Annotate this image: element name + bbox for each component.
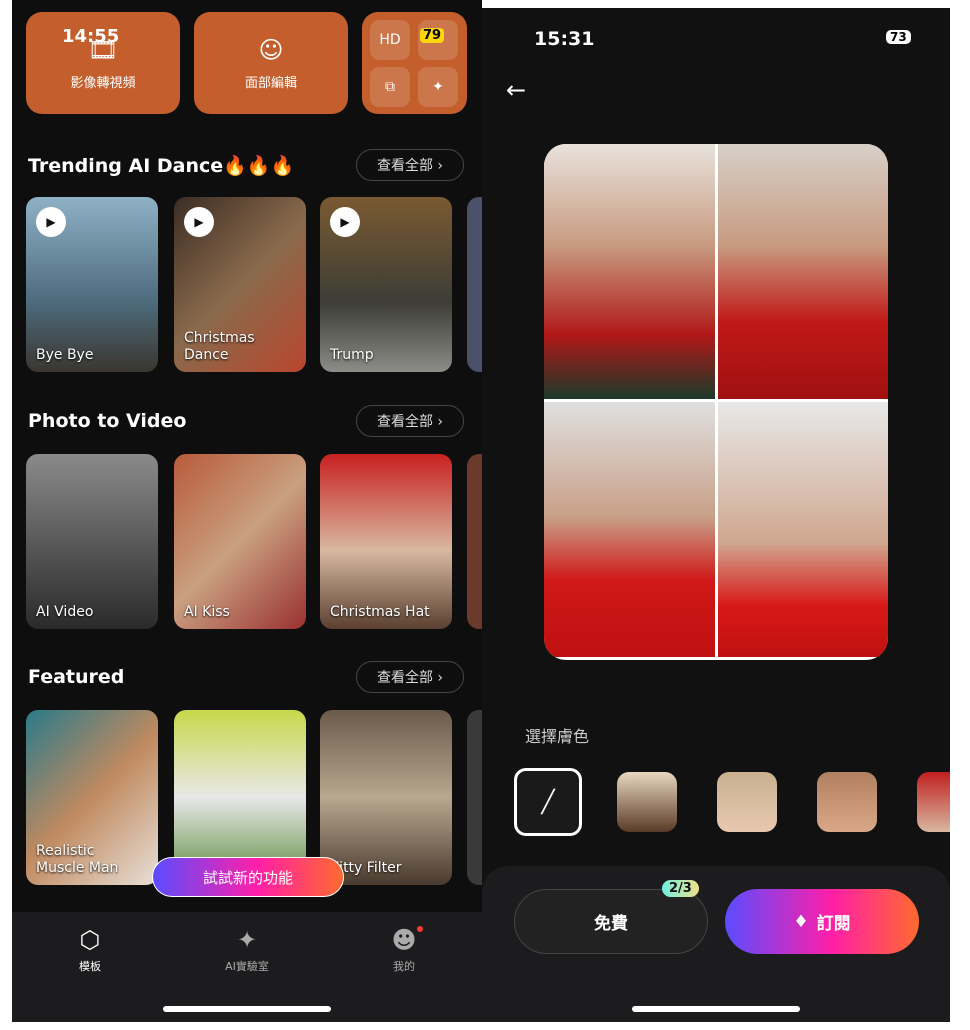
skin-tone-label: 選擇膚色 <box>525 727 590 746</box>
template-card[interactable] <box>467 197 482 372</box>
more-tools: HD ⧉ ✦ <box>362 12 467 114</box>
home-indicator <box>163 1006 331 1012</box>
status-time: 14:55 <box>62 26 120 47</box>
skin-none-option[interactable]: ╱ <box>514 768 582 836</box>
skin-option[interactable] <box>617 772 677 832</box>
play-icon[interactable]: ▶ <box>330 207 360 237</box>
skin-tone-screen: 15:31 73 ← 選擇膚色 ╱ 免費 2/3 ♦ 訂閱 <box>482 8 950 1022</box>
preview-photo <box>718 144 888 399</box>
section-title: Featured <box>28 666 125 688</box>
template-card[interactable]: ▶ Bye Bye <box>26 197 158 372</box>
profile-icon: ☻ <box>391 926 417 954</box>
preview-photo <box>544 144 715 399</box>
nav-ai-lab[interactable]: ✦ AI實驗室 <box>207 926 287 974</box>
section-title: Trending AI Dance🔥🔥🔥 <box>28 155 295 177</box>
template-icon: ⬡ <box>79 926 101 954</box>
template-card[interactable]: ▶ Christmas Dance <box>174 197 306 372</box>
view-all-button[interactable]: 查看全部 › <box>356 661 464 693</box>
template-card[interactable]: Christmas Hat <box>320 454 452 629</box>
play-icon[interactable]: ▶ <box>36 207 66 237</box>
ai-lab-icon: ✦ <box>236 926 258 954</box>
back-arrow-icon[interactable]: ← <box>506 76 526 104</box>
action-panel: 免費 2/3 ♦ 訂閱 <box>482 866 950 1022</box>
section-title: Photo to Video <box>28 410 187 432</box>
face-edit-icon: ☺ <box>258 35 284 64</box>
status-time: 15:31 <box>534 28 595 50</box>
home-screen: 🎞 影像轉視頻 14:55 ☺ 面部編輯 HD ⧉ ✦ 79 Trending … <box>12 0 482 1022</box>
preview-grid <box>544 144 888 660</box>
home-indicator <box>632 1006 800 1012</box>
play-icon[interactable]: ▶ <box>184 207 214 237</box>
template-card[interactable]: Kitty Filter <box>320 710 452 885</box>
template-card[interactable] <box>467 710 482 885</box>
slash-icon: ╱ <box>541 789 555 815</box>
template-card[interactable] <box>467 454 482 629</box>
notification-dot <box>417 926 423 932</box>
free-button[interactable]: 免費 <box>514 889 708 954</box>
template-card[interactable]: AI Video <box>26 454 158 629</box>
preview-photo <box>718 402 888 657</box>
hd-icon[interactable]: HD <box>370 20 410 60</box>
free-uses-badge: 2/3 <box>662 880 699 897</box>
battery-indicator: 79 <box>420 28 445 43</box>
template-card[interactable]: Realistic Muscle Man <box>26 710 158 885</box>
nav-template[interactable]: ⬡ 模板 <box>50 926 130 974</box>
skin-option[interactable] <box>817 772 877 832</box>
nav-profile[interactable]: ☻ 我的 <box>364 926 444 974</box>
bottom-nav: ⬡ 模板 ✦ AI實驗室 ☻ 我的 <box>12 912 482 1022</box>
expand-icon[interactable]: ⧉ <box>370 67 410 107</box>
skin-option[interactable] <box>917 772 950 832</box>
view-all-button[interactable]: 查看全部 › <box>356 149 464 181</box>
battery-indicator: 73 <box>886 30 911 44</box>
diamond-icon: ♦ <box>793 911 809 932</box>
face-edit-tool[interactable]: ☺ 面部編輯 <box>194 12 348 114</box>
skin-option[interactable] <box>717 772 777 832</box>
template-card[interactable]: AI Kiss <box>174 454 306 629</box>
subscribe-button[interactable]: ♦ 訂閱 <box>725 889 919 954</box>
ai-magic-icon[interactable]: ✦ <box>418 67 458 107</box>
new-feature-tooltip[interactable]: 試試新的功能 <box>152 857 344 897</box>
template-card[interactable]: ▶ Trump <box>320 197 452 372</box>
preview-photo <box>544 402 715 657</box>
view-all-button[interactable]: 查看全部 › <box>356 405 464 437</box>
